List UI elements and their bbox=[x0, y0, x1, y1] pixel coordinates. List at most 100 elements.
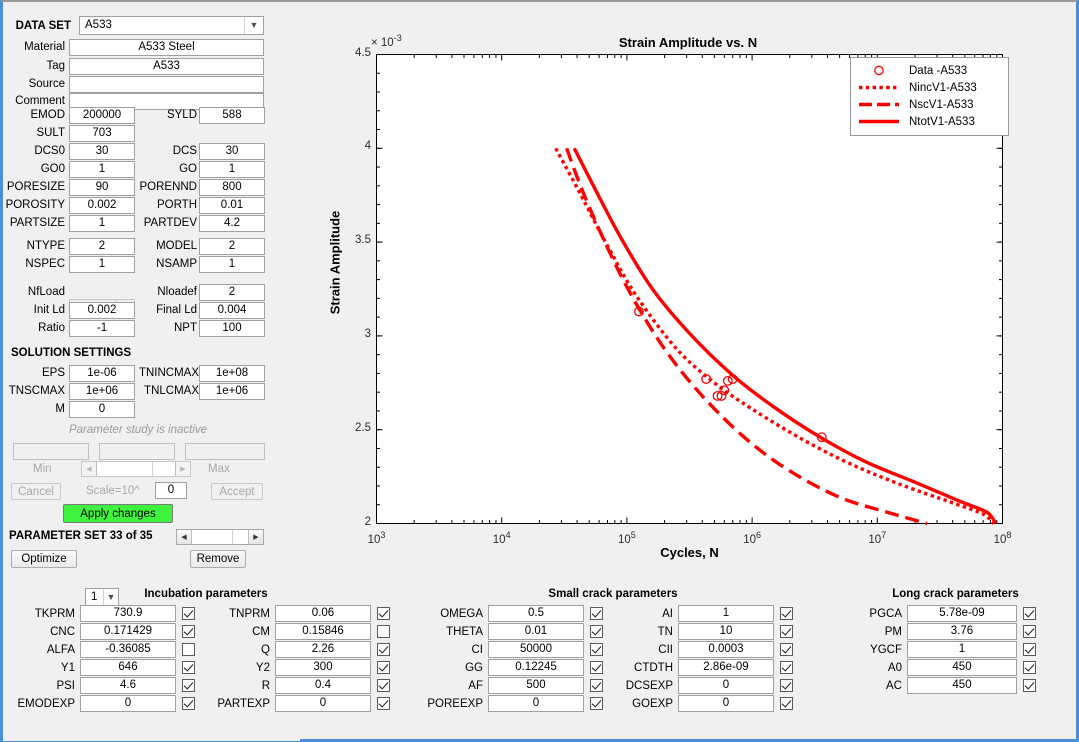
parameter-field[interactable]: 450 bbox=[907, 677, 1017, 694]
parameter-checkbox[interactable] bbox=[590, 679, 603, 692]
parameter-checkbox[interactable] bbox=[780, 607, 793, 620]
nloadef-field[interactable]: 2 bbox=[199, 284, 265, 301]
parameter-field[interactable]: 3.76 bbox=[907, 623, 1017, 640]
parameter-checkbox[interactable] bbox=[1023, 679, 1036, 692]
nsamp-field[interactable]: 1 bbox=[199, 256, 265, 273]
porth-field[interactable]: 0.01 bbox=[199, 197, 265, 214]
paramstudy-slider[interactable]: ◀ ▶ bbox=[81, 461, 191, 477]
parameter-field[interactable]: 730.9 bbox=[80, 605, 176, 622]
slider-right-arrow-icon[interactable]: ▶ bbox=[248, 530, 263, 544]
accept-button[interactable]: Accept bbox=[211, 483, 263, 500]
parameter-field[interactable]: 0 bbox=[80, 695, 176, 712]
dataset-combobox[interactable]: A533 ▼ bbox=[79, 16, 264, 35]
parameter-checkbox[interactable] bbox=[182, 643, 195, 656]
nspec-field[interactable]: 1 bbox=[69, 256, 135, 273]
parameter-checkbox[interactable] bbox=[590, 661, 603, 674]
parameter-checkbox[interactable] bbox=[377, 661, 390, 674]
porennd-field[interactable]: 800 bbox=[199, 179, 265, 196]
parameter-checkbox[interactable] bbox=[377, 697, 390, 710]
scale-exponent-field[interactable]: 0 bbox=[155, 482, 187, 499]
tnlcmax-field[interactable]: 1e+06 bbox=[199, 383, 265, 400]
parameter-field[interactable]: 1 bbox=[907, 641, 1017, 658]
parameter-set-slider[interactable]: ◀ ▶ bbox=[176, 529, 264, 545]
parameter-field[interactable]: 450 bbox=[907, 659, 1017, 676]
parameter-checkbox[interactable] bbox=[590, 643, 603, 656]
parameter-field[interactable]: -0.36085 bbox=[80, 641, 176, 658]
parameter-field[interactable]: 0.06 bbox=[275, 605, 371, 622]
go0-field[interactable]: 1 bbox=[69, 161, 135, 178]
cancel-button[interactable]: Cancel bbox=[11, 483, 61, 500]
parameter-field[interactable]: 0 bbox=[678, 695, 774, 712]
paramstudy-value-field[interactable] bbox=[99, 443, 175, 460]
slider-right-arrow-icon[interactable]: ▶ bbox=[175, 462, 190, 476]
parameter-field[interactable]: 5.78e-09 bbox=[907, 605, 1017, 622]
finalld-field[interactable]: 0.004 bbox=[199, 302, 265, 319]
paramstudy-min-field[interactable] bbox=[13, 443, 89, 460]
parameter-field[interactable]: 10 bbox=[678, 623, 774, 640]
parameter-checkbox[interactable] bbox=[780, 661, 793, 674]
source-field[interactable] bbox=[69, 76, 264, 93]
tnincmax-field[interactable]: 1e+08 bbox=[199, 365, 265, 382]
parameter-checkbox[interactable] bbox=[1023, 625, 1036, 638]
parameter-checkbox[interactable] bbox=[780, 697, 793, 710]
parameter-checkbox[interactable] bbox=[590, 697, 603, 710]
parameter-field[interactable]: 0 bbox=[488, 695, 584, 712]
ntype-field[interactable]: 2 bbox=[69, 238, 135, 255]
parameter-field[interactable]: 4.6 bbox=[80, 677, 176, 694]
ratio-field[interactable]: -1 bbox=[69, 320, 135, 337]
tag-field[interactable]: A533 bbox=[69, 58, 264, 75]
parameter-checkbox[interactable] bbox=[780, 643, 793, 656]
parameter-checkbox[interactable] bbox=[377, 625, 390, 638]
eps-field[interactable]: 1e-06 bbox=[69, 365, 135, 382]
parameter-checkbox[interactable] bbox=[1023, 643, 1036, 656]
parameter-field[interactable]: 0.4 bbox=[275, 677, 371, 694]
tnscmax-field[interactable]: 1e+06 bbox=[69, 383, 135, 400]
parameter-field[interactable]: 0.15846 bbox=[275, 623, 371, 640]
model-field[interactable]: 2 bbox=[199, 238, 265, 255]
m-field[interactable]: 0 bbox=[69, 401, 135, 418]
material-field[interactable]: A533 Steel bbox=[69, 39, 264, 56]
remove-button[interactable]: Remove bbox=[190, 550, 246, 568]
dcs0-field[interactable]: 30 bbox=[69, 143, 135, 160]
go-field[interactable]: 1 bbox=[199, 161, 265, 178]
parameter-field[interactable]: 0 bbox=[275, 695, 371, 712]
parameter-field[interactable]: 646 bbox=[80, 659, 176, 676]
parameter-checkbox[interactable] bbox=[590, 607, 603, 620]
parameter-field[interactable]: 0.0003 bbox=[678, 641, 774, 658]
slider-left-arrow-icon[interactable]: ◀ bbox=[177, 530, 192, 544]
parameter-field[interactable]: 50000 bbox=[488, 641, 584, 658]
parameter-field[interactable]: 2.26 bbox=[275, 641, 371, 658]
slider-track[interactable] bbox=[192, 530, 248, 544]
partsize-field[interactable]: 1 bbox=[69, 215, 135, 232]
parameter-checkbox[interactable] bbox=[182, 679, 195, 692]
npt-field[interactable]: 100 bbox=[199, 320, 265, 337]
parameter-checkbox[interactable] bbox=[377, 679, 390, 692]
parameter-checkbox[interactable] bbox=[182, 607, 195, 620]
optimize-button[interactable]: Optimize bbox=[11, 550, 77, 568]
sult-field[interactable]: 703 bbox=[69, 125, 135, 142]
parameter-field[interactable]: 0.5 bbox=[488, 605, 584, 622]
parameter-checkbox[interactable] bbox=[1023, 661, 1036, 674]
apply-changes-button[interactable]: Apply changes bbox=[63, 504, 173, 523]
parameter-checkbox[interactable] bbox=[1023, 607, 1036, 620]
parameter-checkbox[interactable] bbox=[780, 679, 793, 692]
parameter-checkbox[interactable] bbox=[182, 697, 195, 710]
parameter-field[interactable]: 300 bbox=[275, 659, 371, 676]
slider-left-arrow-icon[interactable]: ◀ bbox=[82, 462, 97, 476]
porosity-field[interactable]: 0.002 bbox=[69, 197, 135, 214]
parameter-field[interactable]: 0.12245 bbox=[488, 659, 584, 676]
parameter-checkbox[interactable] bbox=[377, 643, 390, 656]
parameter-checkbox[interactable] bbox=[590, 625, 603, 638]
parameter-checkbox[interactable] bbox=[780, 625, 793, 638]
parameter-checkbox[interactable] bbox=[182, 625, 195, 638]
parameter-field[interactable]: 2.86e-09 bbox=[678, 659, 774, 676]
parameter-field[interactable]: 0.01 bbox=[488, 623, 584, 640]
paramstudy-max-field[interactable] bbox=[185, 443, 265, 460]
parameter-field[interactable]: 0 bbox=[678, 677, 774, 694]
dcs-field[interactable]: 30 bbox=[199, 143, 265, 160]
syld-field[interactable]: 588 bbox=[199, 107, 265, 124]
slider-track[interactable] bbox=[97, 462, 175, 476]
emod-field[interactable]: 200000 bbox=[69, 107, 135, 124]
parameter-checkbox[interactable] bbox=[182, 661, 195, 674]
initld-field[interactable]: 0.002 bbox=[69, 302, 135, 319]
